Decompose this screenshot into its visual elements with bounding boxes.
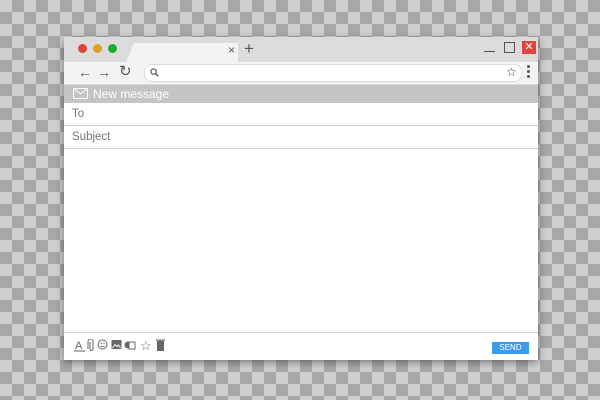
search-icon [150, 68, 159, 77]
envelope-icon [73, 88, 88, 99]
subject-label: Subject [72, 131, 111, 143]
send-button[interactable]: SEND [492, 342, 529, 354]
compose-header: New message [64, 85, 538, 103]
browser-toolbar: ← → ↻ ☆ [64, 62, 538, 85]
new-tab-button[interactable]: + [244, 40, 254, 57]
subject-field[interactable]: Subject [64, 126, 538, 149]
back-arrow-icon[interactable]: ← [78, 65, 92, 79]
to-label: To [72, 108, 85, 120]
address-input[interactable] [163, 66, 493, 78]
traffic-light-minimize[interactable] [93, 44, 102, 53]
address-bar[interactable]: ☆ [144, 64, 522, 82]
browser-window: × + ✕ ← → ↻ ☆ New message To Subject A ☆… [64, 37, 538, 360]
attach-icon[interactable] [86, 338, 97, 352]
compose-footer: A ☆ SEND [64, 332, 538, 360]
image-icon[interactable] [111, 339, 122, 352]
tab-close-icon[interactable]: × [228, 44, 235, 56]
bookmark-star-icon[interactable]: ☆ [506, 65, 517, 80]
traffic-light-close[interactable] [78, 44, 87, 53]
browser-menu-icon[interactable] [527, 65, 530, 80]
forward-arrow-icon[interactable]: → [97, 65, 111, 79]
traffic-light-maximize[interactable] [108, 44, 117, 53]
message-body[interactable] [64, 149, 538, 332]
text-format-icon[interactable]: A [74, 339, 85, 352]
window-close-button[interactable]: ✕ [522, 41, 536, 54]
window-maximize-button[interactable] [504, 42, 515, 53]
emoji-icon[interactable] [97, 339, 108, 352]
compose-title: New message [93, 87, 170, 101]
browser-tab[interactable] [126, 43, 238, 62]
star-icon[interactable]: ☆ [140, 339, 152, 352]
title-bar: × + ✕ [64, 37, 538, 62]
window-minimize-button[interactable] [484, 51, 495, 52]
reload-icon[interactable]: ↻ [119, 64, 132, 79]
drive-icon[interactable] [124, 339, 136, 352]
trash-icon[interactable] [155, 339, 166, 352]
to-field[interactable]: To [64, 103, 538, 126]
svg-text:A: A [75, 340, 83, 352]
